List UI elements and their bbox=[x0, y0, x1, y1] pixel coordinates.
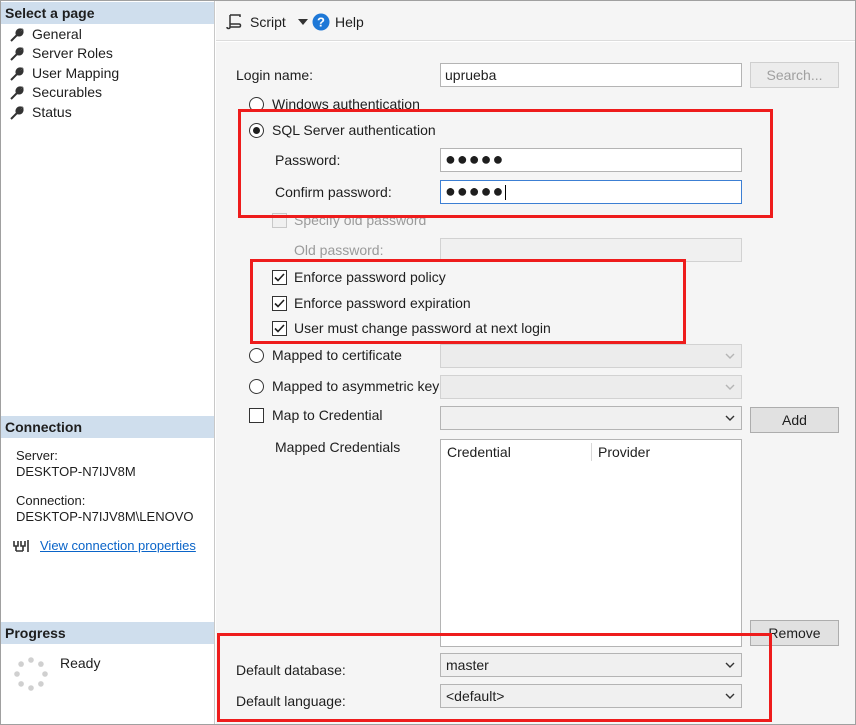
login-name-input[interactable]: uprueba bbox=[440, 63, 742, 87]
search-button[interactable]: Search... bbox=[750, 62, 839, 88]
help-label: Help bbox=[335, 14, 364, 30]
map-credential-label: Map to Credential bbox=[272, 407, 383, 423]
confirm-password-input[interactable]: ●●●●● bbox=[440, 180, 742, 204]
page-item-securables[interactable]: Securables bbox=[9, 83, 102, 102]
credential-combo[interactable] bbox=[440, 406, 742, 430]
progress-status: Ready bbox=[60, 655, 101, 671]
help-button[interactable]: ? Help bbox=[312, 12, 364, 32]
mapped-certificate-radio[interactable] bbox=[249, 348, 264, 363]
page-item-server-roles[interactable]: Server Roles bbox=[9, 44, 113, 63]
must-change-password-label: User must change password at next login bbox=[294, 320, 551, 336]
mapped-asym-key-radio[interactable] bbox=[249, 379, 264, 394]
provider-column-header[interactable]: Provider bbox=[592, 441, 650, 463]
windows-auth-radio[interactable] bbox=[249, 97, 264, 112]
login-name-label: Login name: bbox=[236, 67, 314, 83]
windows-auth-label: Windows authentication bbox=[272, 96, 420, 112]
add-credential-button[interactable]: Add bbox=[750, 407, 839, 433]
credential-column-header[interactable]: Credential bbox=[441, 441, 511, 463]
chevron-down-icon bbox=[725, 384, 735, 390]
asym-key-combo[interactable] bbox=[440, 375, 742, 399]
page-item-user-mapping[interactable]: User Mapping bbox=[9, 64, 119, 83]
select-page-header: Select a page bbox=[1, 2, 214, 24]
page-item-label: Securables bbox=[32, 84, 103, 100]
page-item-label: General bbox=[32, 26, 82, 42]
chevron-down-icon bbox=[725, 662, 735, 668]
page-item-label: Status bbox=[32, 104, 72, 120]
mapped-credentials-label: Mapped Credentials bbox=[275, 439, 401, 455]
specify-old-password-checkbox[interactable] bbox=[272, 213, 287, 228]
default-language-combo[interactable]: <default> bbox=[440, 684, 742, 708]
script-icon bbox=[226, 14, 242, 30]
mapped-asym-key-label: Mapped to asymmetric key bbox=[272, 378, 440, 394]
enforce-expiration-label: Enforce password expiration bbox=[294, 295, 471, 311]
enforce-policy-label: Enforce password policy bbox=[294, 269, 446, 285]
connection-icon bbox=[13, 540, 29, 552]
wrench-icon bbox=[10, 85, 24, 100]
confirm-password-label: Confirm password: bbox=[275, 184, 392, 200]
certificate-combo[interactable] bbox=[440, 344, 742, 368]
enforce-expiration-checkbox[interactable] bbox=[272, 296, 287, 311]
checkmark-icon bbox=[274, 273, 285, 282]
wrench-icon bbox=[10, 46, 24, 61]
view-connection-properties-link[interactable]: View connection properties bbox=[40, 538, 196, 554]
default-database-combo[interactable]: master bbox=[440, 653, 742, 677]
server-value: DESKTOP-N7IJV8M bbox=[16, 464, 136, 479]
svg-text:?: ? bbox=[317, 15, 325, 30]
script-button[interactable]: Script bbox=[226, 12, 308, 32]
page-item-label: Server Roles bbox=[32, 45, 113, 61]
old-password-label: Old password: bbox=[294, 242, 384, 258]
specify-old-password-label: Specify old password bbox=[294, 212, 427, 228]
view-connection-row: View connection properties bbox=[12, 538, 196, 554]
old-password-input[interactable] bbox=[440, 238, 742, 262]
server-label: Server: bbox=[16, 448, 58, 463]
default-database-label: Default database: bbox=[236, 662, 346, 678]
connection-value: DESKTOP-N7IJV8M\LENOVO bbox=[16, 509, 194, 524]
sql-auth-label: SQL Server authentication bbox=[272, 122, 436, 138]
wrench-icon bbox=[10, 27, 24, 42]
connection-label: Connection: bbox=[16, 493, 86, 508]
connection-header: Connection bbox=[1, 416, 214, 438]
left-panel: Select a page General Server Roles User … bbox=[1, 1, 215, 724]
default-database-value: master bbox=[446, 657, 489, 673]
page-item-general[interactable]: General bbox=[9, 25, 82, 44]
default-language-label: Default language: bbox=[236, 693, 346, 709]
chevron-down-icon bbox=[725, 693, 735, 699]
chevron-down-icon bbox=[297, 19, 308, 25]
must-change-password-checkbox[interactable] bbox=[272, 321, 287, 336]
chevron-down-icon bbox=[725, 353, 735, 359]
progress-header: Progress bbox=[1, 622, 214, 644]
text-caret bbox=[505, 184, 507, 200]
wrench-icon bbox=[10, 105, 24, 120]
mapped-credentials-grid[interactable]: Credential Provider bbox=[440, 439, 742, 647]
enforce-policy-checkbox[interactable] bbox=[272, 270, 287, 285]
password-label: Password: bbox=[275, 152, 341, 168]
page-item-status[interactable]: Status bbox=[9, 103, 72, 122]
progress-spinner-icon bbox=[14, 657, 48, 691]
default-language-value: <default> bbox=[446, 688, 505, 704]
checkmark-icon bbox=[274, 324, 285, 333]
script-label: Script bbox=[250, 14, 286, 30]
map-credential-checkbox[interactable] bbox=[249, 408, 264, 423]
page-item-label: User Mapping bbox=[32, 65, 120, 81]
confirm-password-value: ●●●●● bbox=[445, 181, 505, 201]
checkmark-icon bbox=[274, 299, 285, 308]
wrench-icon bbox=[10, 66, 24, 81]
remove-credential-button[interactable]: Remove bbox=[750, 620, 839, 646]
toolbar: Script ? Help bbox=[216, 1, 855, 41]
chevron-down-icon bbox=[725, 415, 735, 421]
password-input[interactable]: ●●●●● bbox=[440, 148, 742, 172]
help-icon: ? bbox=[312, 13, 330, 31]
sql-auth-radio[interactable] bbox=[249, 123, 264, 138]
mapped-certificate-label: Mapped to certificate bbox=[272, 347, 402, 363]
